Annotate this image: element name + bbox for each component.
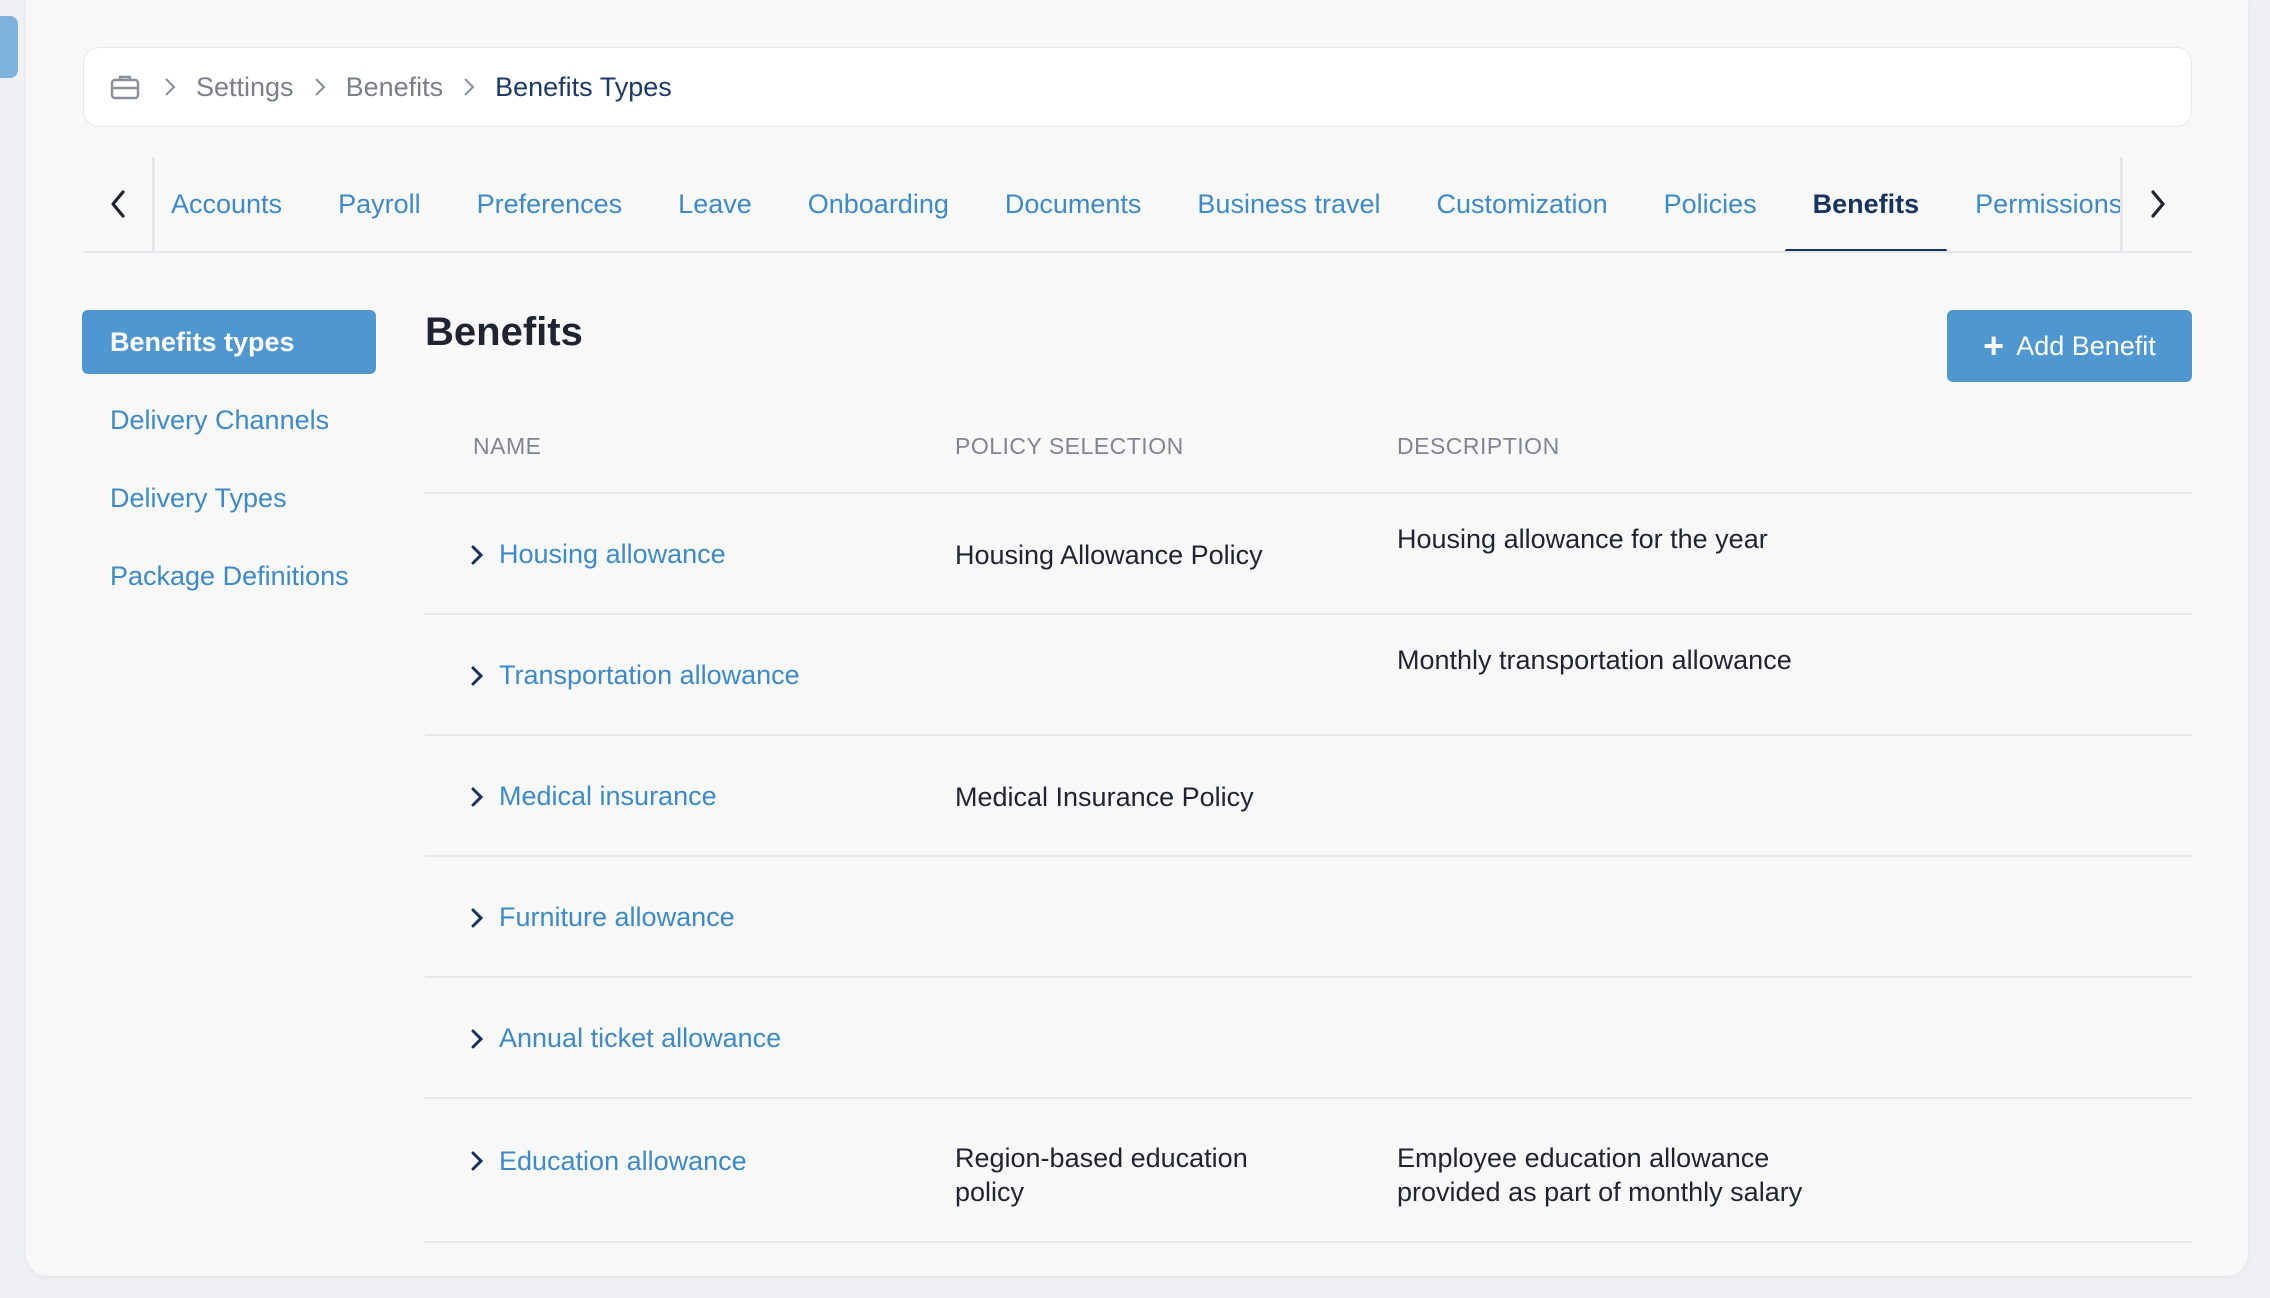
policy-selection: Housing Allowance Policy: [955, 539, 1263, 570]
chevron-right-icon[interactable]: [471, 1029, 483, 1049]
benefit-name[interactable]: Transportation allowance: [499, 660, 800, 691]
briefcase-icon[interactable]: [110, 72, 144, 102]
plus-icon: +: [1983, 325, 2005, 366]
benefit-name[interactable]: Furniture allowance: [499, 902, 735, 933]
policy-selection: [955, 978, 1315, 1099]
row-name[interactable]: Education allowance: [471, 1099, 747, 1223]
tab-accounts[interactable]: Accounts: [155, 157, 310, 251]
nav-delivery-channels[interactable]: Delivery Channels: [82, 388, 376, 452]
breadcrumb-settings[interactable]: Settings: [196, 72, 294, 103]
header-name[interactable]: NAME: [473, 433, 541, 460]
tab-onboarding[interactable]: Onboarding: [780, 157, 977, 251]
benefit-name[interactable]: Annual ticket allowance: [499, 1023, 781, 1054]
add-benefit-button[interactable]: + Add Benefit: [1947, 310, 2192, 382]
tab-strip: Accounts Payroll Preferences Leave Onboa…: [155, 157, 2120, 251]
tab-customization[interactable]: Customization: [1409, 157, 1636, 251]
chevron-right-icon: [164, 77, 176, 97]
chevron-right-icon: [463, 77, 475, 97]
settings-tabs: Accounts Payroll Preferences Leave Onboa…: [83, 157, 2192, 253]
benefits-subnav: Benefits types Delivery Channels Deliver…: [82, 310, 376, 622]
policy-selection: Region-based education policy: [955, 1143, 1248, 1207]
table-header: NAME POLICY SELECTION DESCRIPTION: [425, 400, 2192, 494]
row-name[interactable]: Transportation allowance: [471, 615, 800, 736]
table-row[interactable]: Furniture allowance: [425, 857, 2192, 978]
tab-documents[interactable]: Documents: [977, 157, 1170, 251]
table-row[interactable]: Medical insurance Medical Insurance Poli…: [425, 736, 2192, 857]
description: Employee education allowance provided as…: [1397, 1143, 1803, 1207]
nav-delivery-types[interactable]: Delivery Types: [82, 466, 376, 530]
chevron-left-icon: [110, 190, 125, 218]
tab-row: Accounts Payroll Preferences Leave Onboa…: [155, 157, 2120, 251]
row-name[interactable]: Housing allowance: [471, 494, 726, 615]
scroll-left-button[interactable]: [83, 157, 155, 251]
table-row[interactable]: Annual ticket allowance: [425, 978, 2192, 1099]
header-description[interactable]: DESCRIPTION: [1397, 433, 1560, 460]
chevron-right-icon[interactable]: [471, 787, 483, 807]
row-name[interactable]: Annual ticket allowance: [471, 978, 781, 1099]
breadcrumb-current: Benefits Types: [495, 71, 672, 102]
policy-selection: [955, 615, 1315, 736]
side-panel-handle[interactable]: [0, 16, 18, 78]
tab-leave[interactable]: Leave: [650, 157, 780, 251]
row-name[interactable]: Furniture allowance: [471, 857, 735, 978]
chevron-right-icon[interactable]: [471, 545, 483, 565]
chevron-right-icon: [314, 77, 326, 97]
policy-selection: [955, 857, 1315, 978]
nav-package-definitions[interactable]: Package Definitions: [82, 544, 376, 608]
nav-benefits-types[interactable]: Benefits types: [82, 310, 376, 374]
chevron-right-icon[interactable]: [471, 666, 483, 686]
add-benefit-label: Add Benefit: [2016, 330, 2156, 361]
benefit-name[interactable]: Medical insurance: [499, 781, 717, 812]
tab-benefits[interactable]: Benefits: [1784, 157, 1948, 251]
header-policy[interactable]: POLICY SELECTION: [955, 433, 1184, 460]
chevron-right-icon[interactable]: [471, 908, 483, 928]
breadcrumb: Settings Benefits Benefits Types: [83, 47, 2192, 127]
benefit-name[interactable]: Housing allowance: [499, 539, 726, 570]
table-row[interactable]: Transportation allowance Monthly transpo…: [425, 615, 2192, 736]
description: Monthly transportation allowance: [1397, 645, 1792, 675]
table-row[interactable]: Education allowance Region-based educati…: [425, 1099, 2192, 1243]
benefits-table: NAME POLICY SELECTION DESCRIPTION Housin…: [425, 400, 2192, 1243]
tab-policies[interactable]: Policies: [1636, 157, 1785, 251]
table-row[interactable]: Housing allowance Housing Allowance Poli…: [425, 494, 2192, 615]
policy-selection: Medical Insurance Policy: [955, 781, 1254, 812]
tab-permissions[interactable]: Permissions: [1947, 157, 2120, 251]
page-title: Benefits: [425, 310, 583, 354]
tab-business-travel[interactable]: Business travel: [1169, 157, 1408, 251]
chevron-right-icon: [2150, 190, 2165, 218]
chevron-right-icon[interactable]: [471, 1151, 483, 1171]
benefit-name[interactable]: Education allowance: [499, 1146, 747, 1177]
row-name[interactable]: Medical insurance: [471, 736, 717, 857]
description: Housing allowance for the year: [1397, 524, 1768, 554]
tab-preferences[interactable]: Preferences: [449, 157, 651, 251]
breadcrumb-benefits[interactable]: Benefits: [346, 72, 444, 103]
scroll-right-button[interactable]: [2120, 157, 2192, 251]
tab-payroll[interactable]: Payroll: [310, 157, 449, 251]
